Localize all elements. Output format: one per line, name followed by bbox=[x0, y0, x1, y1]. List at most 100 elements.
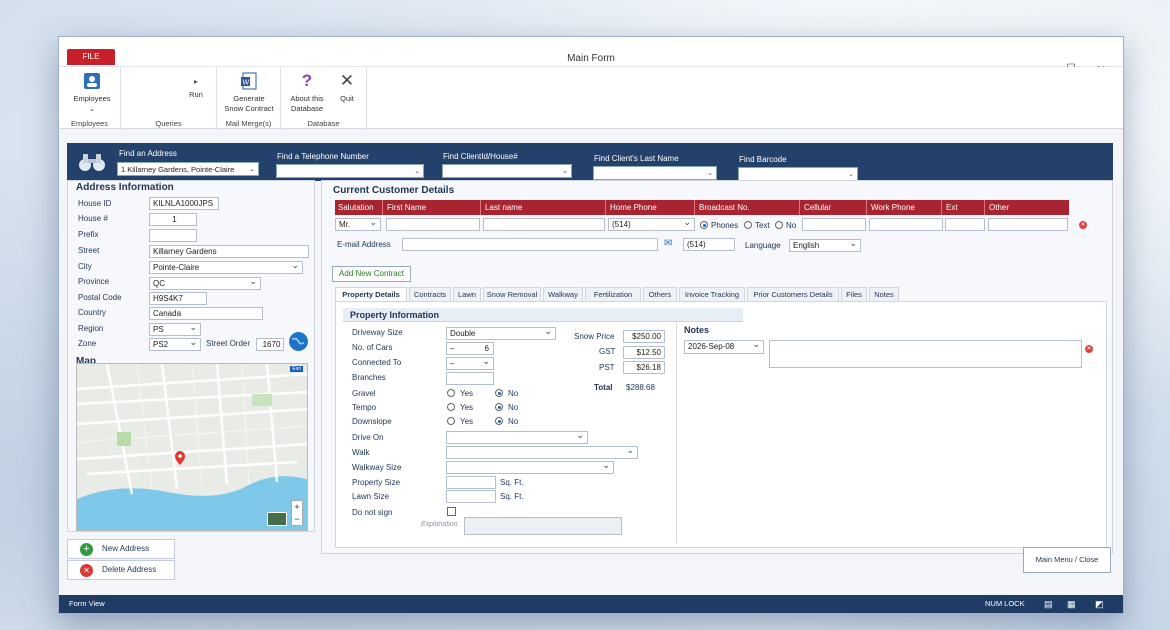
find-barcode-label: Find Barcode bbox=[739, 155, 787, 164]
find-phone-select[interactable]: ⌄ bbox=[276, 164, 424, 178]
broadcast-no-radio[interactable] bbox=[775, 221, 783, 229]
explanation-field[interactable] bbox=[464, 517, 622, 535]
header-cellular: Cellular bbox=[801, 200, 867, 215]
home-phone-field[interactable]: (514) bbox=[608, 218, 695, 231]
do-not-sign-label: Do not sign bbox=[352, 508, 393, 517]
tempo-no-radio[interactable] bbox=[495, 403, 503, 411]
drive-on-select[interactable] bbox=[446, 431, 588, 444]
work-phone-field[interactable] bbox=[869, 218, 943, 231]
header-work-phone: Work Phone bbox=[868, 200, 942, 215]
find-client-select[interactable]: ⌄ bbox=[442, 164, 572, 178]
employees-icon bbox=[84, 73, 100, 89]
notes-text-field[interactable] bbox=[769, 340, 1082, 368]
region-select[interactable]: PS bbox=[149, 323, 201, 336]
branches-field[interactable] bbox=[446, 372, 494, 385]
main-menu-close-button[interactable]: Main Menu / Close bbox=[1023, 547, 1111, 573]
city-select[interactable]: Pointe-Claire bbox=[149, 261, 303, 274]
main-window: FILE Main Form — ☐ ✕ Employees⌄ Employee… bbox=[58, 36, 1124, 614]
about-database-button[interactable]: ? About this Database bbox=[285, 71, 329, 114]
binoculars-icon bbox=[79, 154, 105, 171]
datasheet-view-icon[interactable]: ▦ bbox=[1067, 595, 1076, 613]
delete-customer-icon[interactable]: ✕ bbox=[1079, 221, 1087, 229]
find-address-select[interactable]: 1 Killarney Gardens, Pointe-Claire ⌄ bbox=[117, 162, 259, 176]
tab-contracts[interactable]: Contracts bbox=[409, 287, 451, 302]
tab-lawn[interactable]: Lawn bbox=[453, 287, 481, 302]
status-num-lock: NUM LOCK bbox=[985, 599, 1025, 608]
walkway-size-select[interactable] bbox=[446, 461, 614, 474]
generate-snow-contract-button[interactable]: W Generate Snow Contract bbox=[219, 71, 279, 114]
gravel-no-radio[interactable] bbox=[495, 389, 503, 397]
design-view-icon[interactable]: ◩ bbox=[1095, 595, 1104, 613]
zone-select[interactable]: PS2 bbox=[149, 338, 201, 351]
broadcast-text-radio[interactable] bbox=[744, 221, 752, 229]
house-number-field[interactable]: 1 bbox=[149, 213, 197, 226]
driveway-size-label: Driveway Size bbox=[352, 328, 403, 337]
street-field[interactable]: Killarney Gardens bbox=[149, 245, 309, 258]
employees-button[interactable]: Employees ⌄ bbox=[65, 71, 119, 114]
cellular-field[interactable] bbox=[802, 218, 866, 231]
tab-others[interactable]: Others bbox=[643, 287, 677, 302]
notes-date-select[interactable]: 2026-Sep-08 bbox=[684, 340, 764, 354]
new-address-button[interactable]: + New Address bbox=[67, 539, 175, 559]
delete-note-icon[interactable]: ✕ bbox=[1085, 345, 1093, 353]
tab-files[interactable]: Files bbox=[841, 287, 867, 302]
first-name-field[interactable] bbox=[386, 218, 480, 231]
tab-property-details[interactable]: Property Details bbox=[335, 287, 407, 302]
ext-field[interactable] bbox=[945, 218, 985, 231]
last-name-field[interactable] bbox=[483, 218, 605, 231]
satellite-toggle-icon[interactable] bbox=[267, 512, 287, 526]
do-not-sign-checkbox[interactable] bbox=[447, 507, 456, 516]
downslope-no-radio[interactable] bbox=[495, 417, 503, 425]
street-order-field[interactable]: 1670 bbox=[256, 338, 284, 351]
tab-invoice-tracking[interactable]: Invoice Tracking bbox=[679, 287, 745, 302]
salutation-select[interactable]: Mr. bbox=[335, 218, 381, 231]
postal-code-field[interactable]: H9S4K7 bbox=[149, 292, 207, 305]
gst-field[interactable]: $12.50 bbox=[623, 346, 665, 359]
country-field[interactable]: Canada bbox=[149, 307, 263, 320]
snow-price-field[interactable]: $250.00 bbox=[623, 330, 665, 343]
house-id-field[interactable]: KILNLA1000JPS bbox=[149, 197, 219, 210]
mail-envelope-icon[interactable]: ✉ bbox=[664, 238, 672, 249]
cars-field[interactable]: –6 bbox=[446, 342, 494, 355]
broadcast-phones-radio[interactable] bbox=[700, 221, 708, 229]
tab-snow-removal[interactable]: Snow Removal bbox=[483, 287, 541, 302]
tempo-yes-radio[interactable] bbox=[447, 403, 455, 411]
province-select[interactable]: QC bbox=[149, 277, 261, 290]
form-view-icon[interactable]: ▤ bbox=[1044, 595, 1053, 613]
email-field[interactable] bbox=[402, 238, 658, 251]
downslope-yes-label: Yes bbox=[460, 417, 474, 426]
downslope-yes-radio[interactable] bbox=[447, 417, 455, 425]
tab-walkway[interactable]: Walkway bbox=[543, 287, 583, 302]
zoom-in-button[interactable]: + bbox=[292, 501, 302, 513]
lawn-sqft-label: Sq. Ft. bbox=[500, 492, 524, 501]
other-field[interactable] bbox=[988, 218, 1068, 231]
email-phone-field[interactable]: (514) bbox=[683, 238, 735, 251]
globe-icon[interactable] bbox=[288, 331, 309, 352]
find-lastname-select[interactable]: ⌄ bbox=[593, 166, 717, 180]
prefix-field[interactable] bbox=[149, 229, 197, 242]
walk-select[interactable] bbox=[446, 446, 638, 459]
driveway-size-select[interactable]: Double bbox=[446, 327, 556, 340]
lawn-size-field[interactable] bbox=[446, 490, 496, 503]
zoom-out-button[interactable]: − bbox=[292, 513, 302, 525]
add-new-contract-button[interactable]: Add New Contract bbox=[332, 266, 411, 282]
language-select[interactable]: English bbox=[789, 239, 861, 252]
about-line2: Database bbox=[290, 104, 324, 113]
window-title: Main Form bbox=[567, 53, 615, 64]
pst-field[interactable]: $26.18 bbox=[623, 361, 665, 374]
map[interactable]: Esri + − bbox=[76, 363, 308, 531]
tab-fertilization[interactable]: Fertilization bbox=[585, 287, 641, 302]
find-barcode-select[interactable]: ⌄ bbox=[738, 167, 858, 181]
tab-prior-customers[interactable]: Prior Customers Details bbox=[747, 287, 839, 302]
tab-notes[interactable]: Notes bbox=[869, 287, 899, 302]
gravel-yes-radio[interactable] bbox=[447, 389, 455, 397]
delete-address-button[interactable]: ✕ Delete Address bbox=[67, 560, 175, 580]
header-ext: Ext bbox=[943, 200, 985, 215]
property-size-field[interactable] bbox=[446, 476, 496, 489]
about-line1: About this bbox=[290, 94, 324, 103]
header-salutation: Salutation bbox=[335, 200, 383, 215]
quit-button[interactable]: ✕ Quit bbox=[333, 71, 361, 104]
cars-spinner[interactable]: – bbox=[450, 344, 454, 353]
connected-to-select[interactable]: – bbox=[446, 357, 494, 370]
run-button[interactable]: ▸ Run bbox=[181, 77, 211, 100]
